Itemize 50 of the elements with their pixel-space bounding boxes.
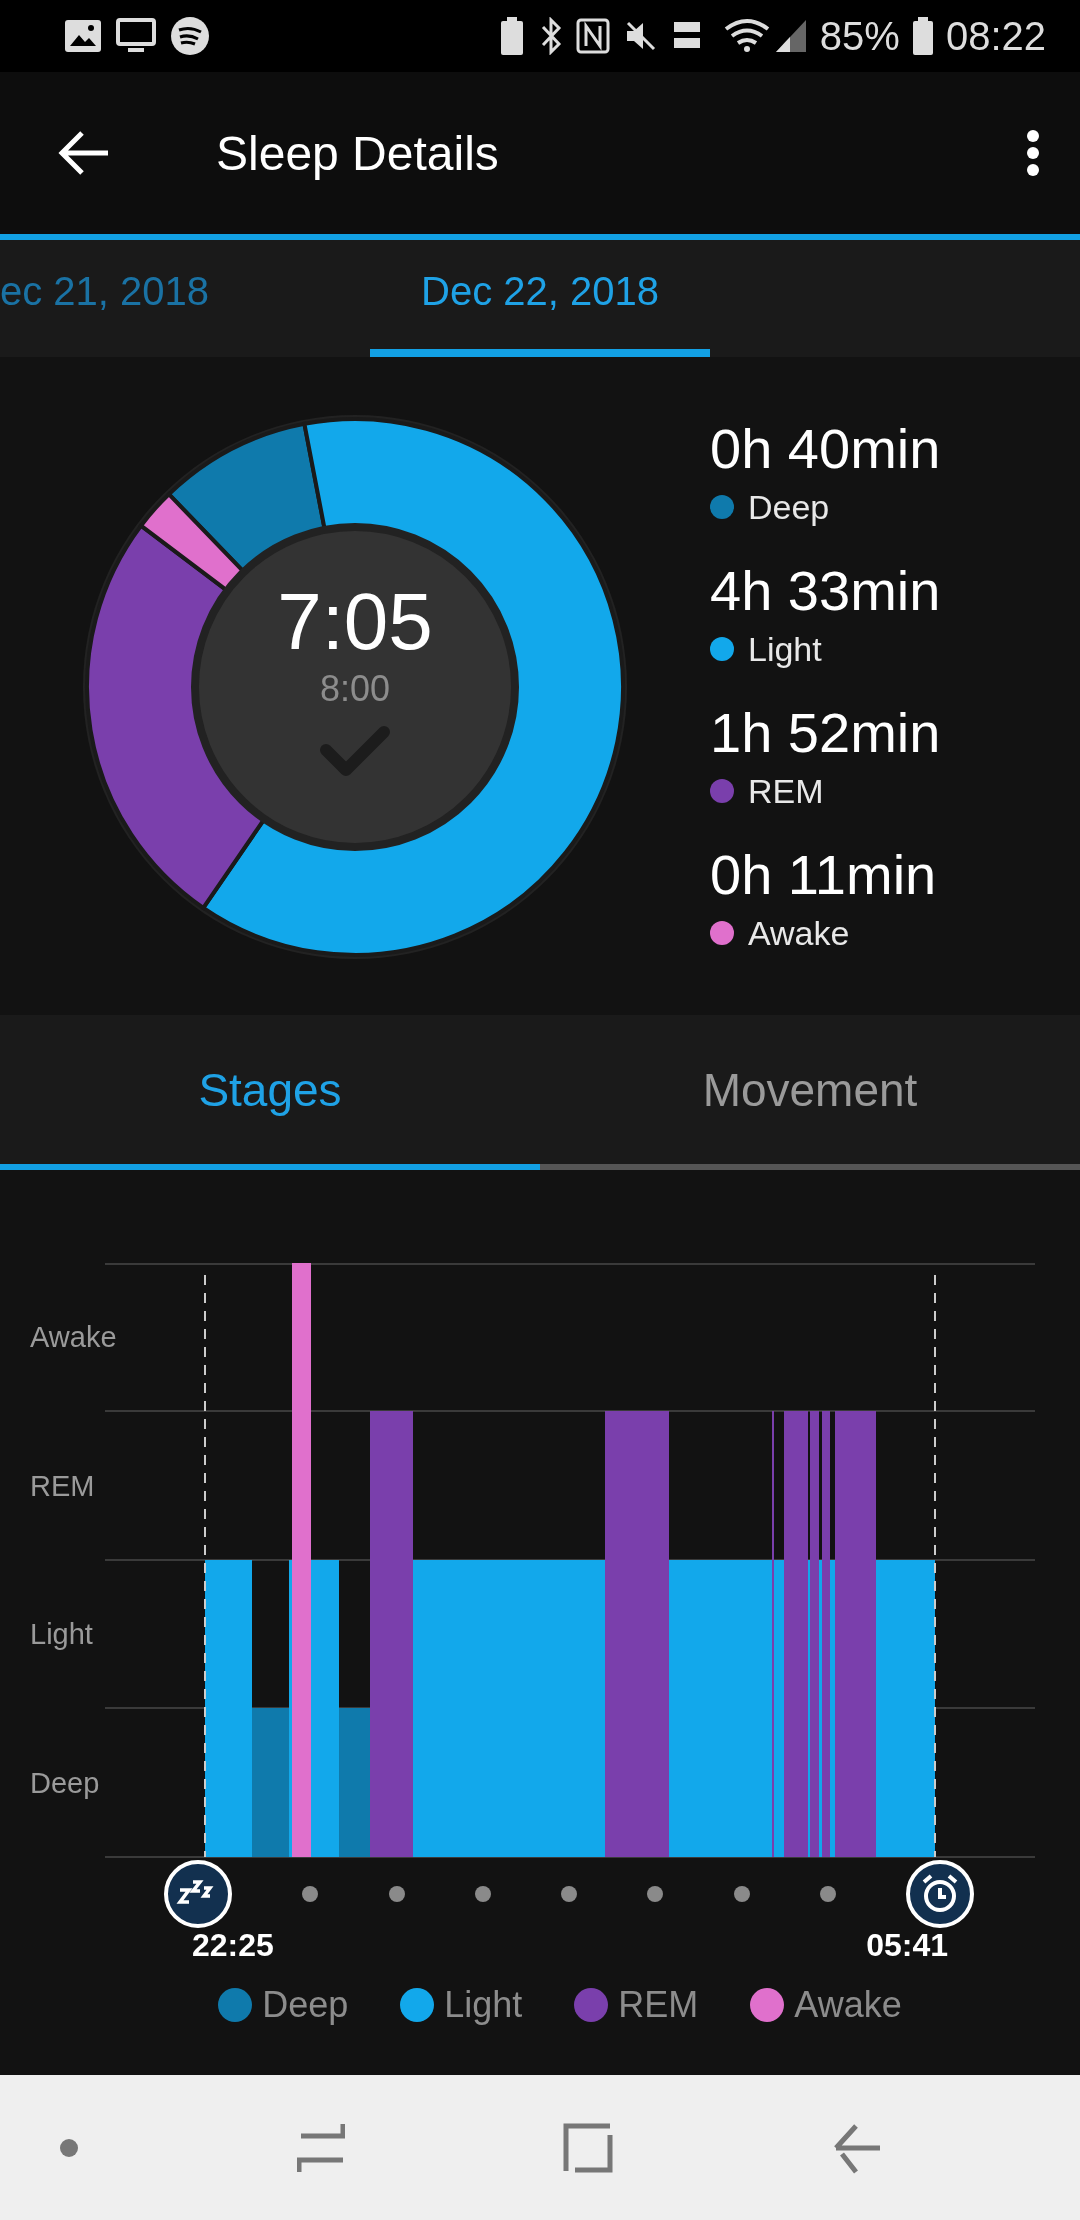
axis-label: REM bbox=[30, 1468, 95, 1504]
clock-time: 08:22 bbox=[945, 13, 1046, 59]
sleep-start-time: 22:25 bbox=[192, 1927, 274, 1964]
alarm-clock-icon bbox=[906, 1860, 974, 1928]
wake-time: 05:41 bbox=[866, 1927, 948, 1964]
timeline-dot bbox=[733, 1886, 750, 1902]
music-app-icon bbox=[170, 16, 210, 56]
view-tab[interactable]: Stages bbox=[0, 1015, 540, 1170]
legend-label: Light bbox=[444, 1984, 523, 2026]
nav-dot-button[interactable] bbox=[60, 2138, 78, 2157]
date-tab[interactable]: Dec 22, 2018 bbox=[370, 240, 710, 357]
home-button[interactable] bbox=[563, 2122, 614, 2173]
legend-label: Awake bbox=[794, 1984, 902, 2026]
battery-saver-icon bbox=[499, 16, 524, 56]
timeline-dot bbox=[302, 1886, 319, 1902]
recent-apps-button[interactable] bbox=[296, 2121, 345, 2174]
timeline-dot bbox=[647, 1886, 664, 1902]
axis-label: Light bbox=[30, 1617, 93, 1653]
stage-label: REM bbox=[748, 771, 824, 812]
wifi-icon bbox=[723, 17, 770, 55]
axis-label: Awake bbox=[30, 1320, 117, 1356]
image-icon bbox=[64, 19, 102, 53]
sleep-goal: 8:00 bbox=[319, 668, 391, 710]
back-button[interactable] bbox=[58, 130, 110, 176]
stage-label: Deep bbox=[748, 487, 830, 528]
timeline-dot bbox=[388, 1886, 405, 1902]
stage-duration: 1h 52min bbox=[710, 700, 941, 766]
axis-label: Deep bbox=[30, 1765, 100, 1801]
battery-icon bbox=[911, 16, 934, 56]
total-sleep-time: 7:05 bbox=[277, 576, 433, 668]
legend-label: Deep bbox=[262, 1984, 349, 2026]
sleep-start-icon bbox=[164, 1860, 232, 1928]
bluetooth-icon bbox=[539, 17, 562, 55]
nfc-icon bbox=[575, 18, 610, 54]
date-tab[interactable]: ec 21, 2018 bbox=[0, 240, 370, 357]
stage-duration: 0h 40min bbox=[710, 416, 941, 482]
monitor-icon bbox=[116, 18, 156, 54]
stage-label: Light bbox=[748, 629, 822, 670]
timeline-dot bbox=[819, 1886, 836, 1902]
view-tab[interactable]: Movement bbox=[540, 1015, 1080, 1170]
timeline-dot bbox=[474, 1886, 491, 1902]
screen-title: Sleep Details bbox=[216, 125, 500, 181]
stage-duration: 0h 11min bbox=[710, 842, 938, 908]
timeline-dot bbox=[561, 1886, 577, 1902]
menu-button[interactable] bbox=[1026, 129, 1040, 177]
signal-icon bbox=[773, 18, 808, 54]
battery-percent: 85% bbox=[819, 13, 900, 59]
stage-label: Awake bbox=[748, 913, 850, 954]
stage-duration: 4h 33min bbox=[710, 558, 941, 624]
legend-label: REM bbox=[618, 1984, 699, 2026]
